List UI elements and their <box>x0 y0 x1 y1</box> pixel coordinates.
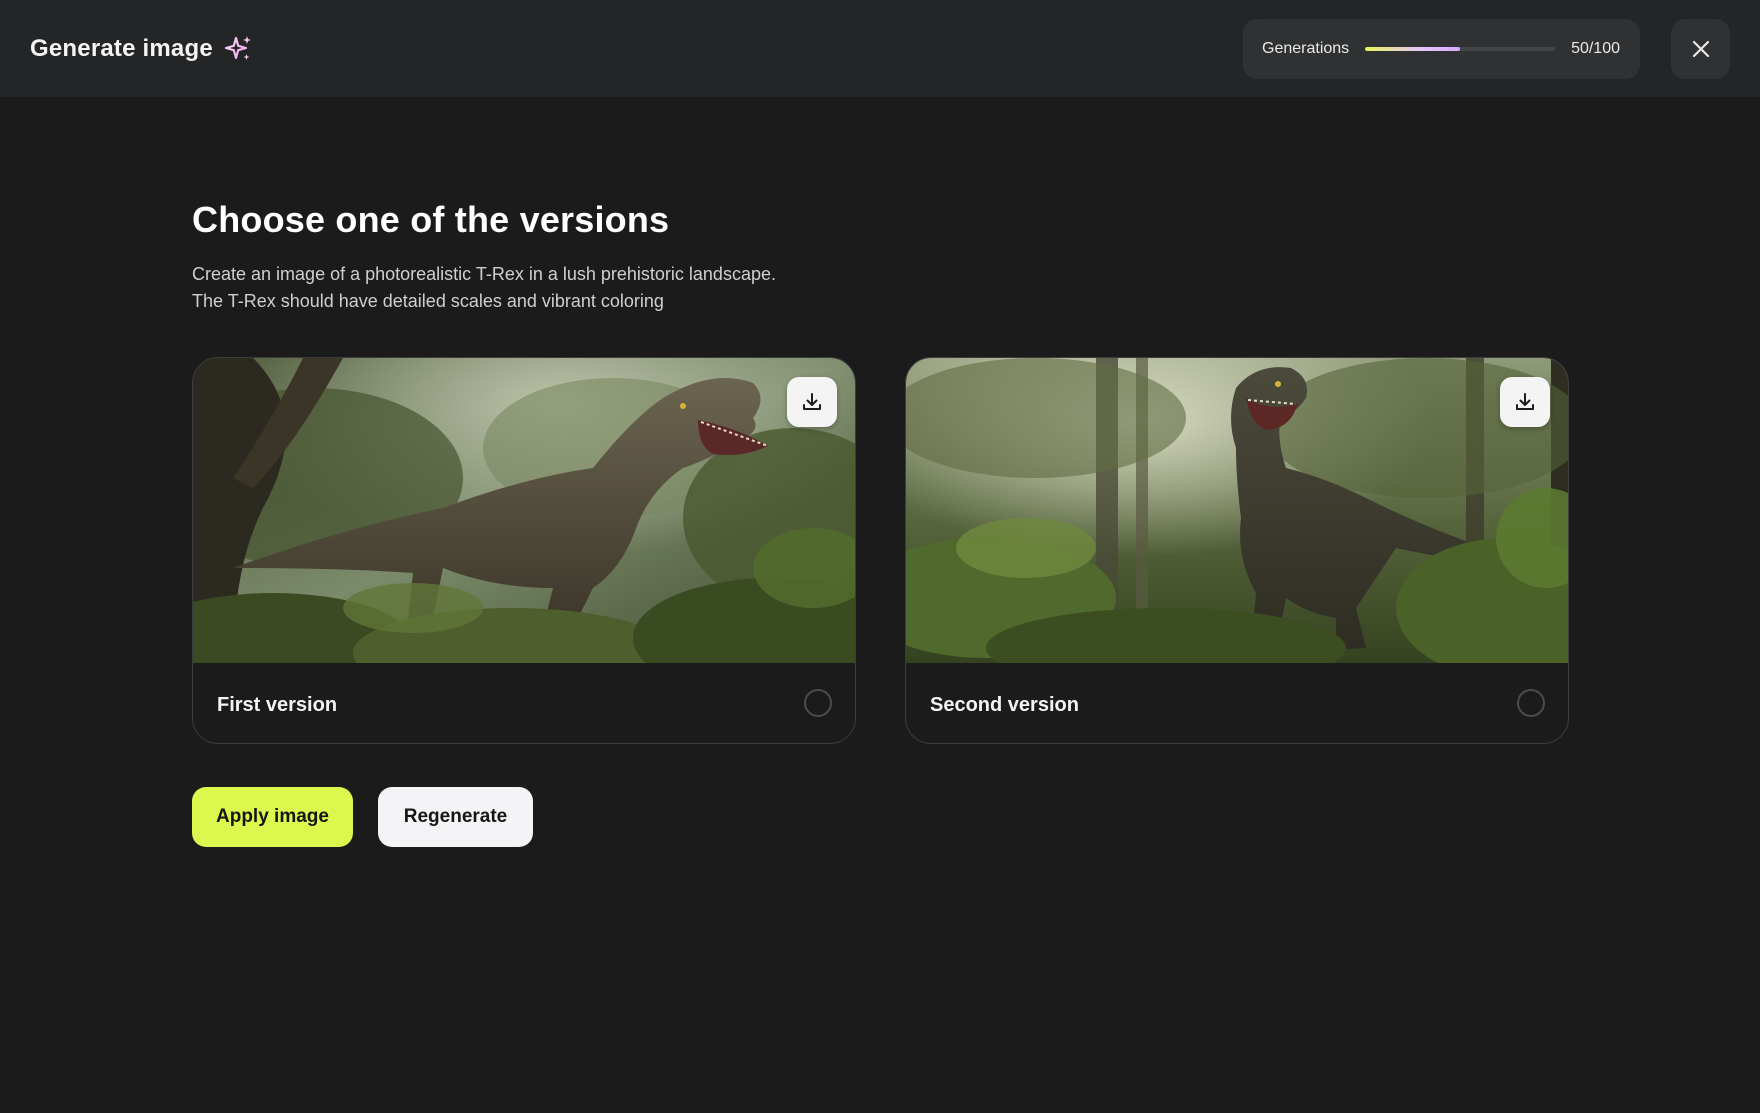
version-card-second[interactable]: Second version <box>905 357 1569 744</box>
generations-progress-fill <box>1365 47 1460 51</box>
page-title: Choose one of the versions <box>192 199 670 240</box>
select-radio-first[interactable] <box>804 689 832 717</box>
sparkle-icon <box>224 34 254 64</box>
close-icon <box>1692 40 1710 58</box>
generations-label: Generations <box>1262 40 1350 57</box>
version-label-first: First version <box>217 694 338 716</box>
generations-counter: Generations 50/100 <box>1243 19 1640 79</box>
generations-progress-bar <box>1365 47 1555 51</box>
prompt-line: Create an image of a photorealistic T-Re… <box>192 264 776 284</box>
close-button[interactable] <box>1671 19 1730 79</box>
download-button-first[interactable] <box>787 377 837 427</box>
app-title: Generate image <box>30 35 213 62</box>
prompt-line: The T-Rex should have detailed scales an… <box>192 291 664 311</box>
version-card-first[interactable]: First version <box>192 357 856 744</box>
regenerate-button[interactable]: Regenerate <box>378 787 533 847</box>
generations-count: 50/100 <box>1571 40 1620 57</box>
download-button-second[interactable] <box>1500 377 1550 427</box>
generated-image-second <box>906 358 1568 663</box>
generate-image-screen: Generate image Generations 50/100 Choose… <box>0 0 1760 1113</box>
apply-image-button[interactable]: Apply image <box>192 787 353 847</box>
version-label-second: Second version <box>930 694 1079 716</box>
generated-image-first <box>193 358 855 663</box>
download-icon <box>1516 393 1534 410</box>
prompt-description: Create an image of a photorealistic T-Re… <box>192 261 892 315</box>
top-bar: Generate image Generations 50/100 <box>0 0 1760 97</box>
select-radio-second[interactable] <box>1517 689 1545 717</box>
download-icon <box>803 393 821 410</box>
